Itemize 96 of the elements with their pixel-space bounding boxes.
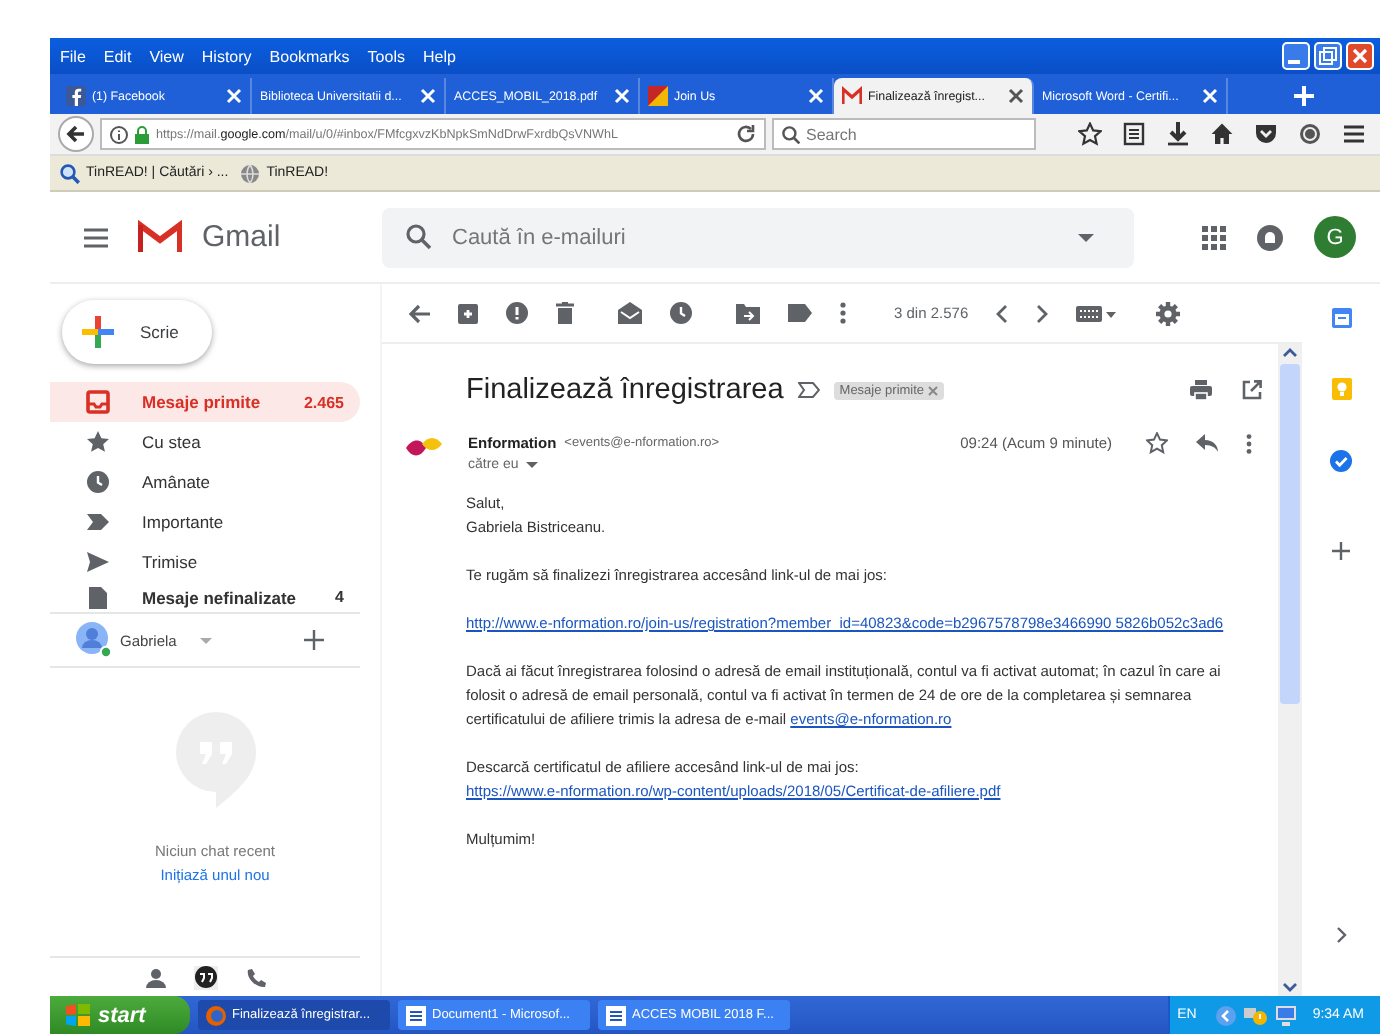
- folder-item[interactable]: Trimise: [50, 542, 360, 582]
- gmail-wordmark: Gmail: [202, 220, 281, 254]
- open-in-new-window-icon[interactable]: [1242, 380, 1262, 400]
- clock-icon: [86, 470, 110, 494]
- search-icon: [782, 125, 800, 143]
- facebook-icon: [66, 86, 86, 106]
- envelope-icon[interactable]: [618, 302, 642, 324]
- scrollbar[interactable]: [1278, 344, 1302, 996]
- checkmark-circle-icon[interactable]: [1330, 450, 1352, 472]
- dropdown-caret-icon[interactable]: [526, 462, 539, 468]
- print-icon[interactable]: [1190, 380, 1212, 400]
- scroll-up-icon[interactable]: [1282, 348, 1298, 358]
- menu-icon[interactable]: [84, 227, 108, 247]
- folder-arrow-icon[interactable]: [736, 303, 760, 323]
- scroll-thumb[interactable]: [1280, 364, 1300, 704]
- draft-file-icon: [86, 585, 110, 609]
- folder-item[interactable]: Cu stea: [50, 422, 360, 462]
- search-icon: [60, 163, 80, 183]
- chevron-left-icon[interactable]: [996, 303, 1009, 323]
- folder-item[interactable]: Mesaje nefinalizate 4: [50, 582, 360, 612]
- start-button[interactable]: start: [50, 996, 190, 1034]
- inbox-icon: [86, 390, 110, 414]
- reply-icon[interactable]: [1196, 434, 1218, 452]
- chevron-right-icon[interactable]: [1335, 926, 1347, 944]
- person-icon[interactable]: [145, 967, 165, 987]
- windows-flag-icon: [66, 1004, 90, 1026]
- globe-icon: [240, 163, 261, 183]
- clock-icon[interactable]: [670, 302, 692, 324]
- restore-icon[interactable]: [1314, 42, 1342, 70]
- flag-icon: [648, 86, 668, 106]
- apps-grid-icon[interactable]: [1202, 225, 1226, 249]
- more-vertical-icon[interactable]: [1246, 433, 1252, 453]
- menu-item[interactable]: Tools: [367, 47, 405, 65]
- document-icon: [606, 1005, 626, 1025]
- menu-item[interactable]: History: [201, 47, 252, 65]
- back-icon[interactable]: [58, 116, 94, 152]
- scroll-down-icon[interactable]: [1282, 982, 1298, 992]
- shield-icon[interactable]: [1254, 122, 1278, 146]
- chevron-right-icon[interactable]: [1036, 303, 1049, 323]
- notification-icon[interactable]: [1256, 223, 1284, 251]
- folder-item[interactable]: Mesaje primite 2.465: [50, 382, 360, 422]
- folder-item[interactable]: Amânate: [50, 462, 360, 502]
- close-icon[interactable]: [1008, 88, 1024, 104]
- menu-item[interactable]: Help: [422, 47, 456, 65]
- send-icon: [86, 550, 110, 574]
- avatar[interactable]: G: [1314, 216, 1356, 258]
- mail-icon: [842, 86, 862, 106]
- remove-icon[interactable]: [928, 385, 939, 395]
- chat-bubble-icon[interactable]: [193, 965, 217, 989]
- monitor-icon[interactable]: [1276, 1005, 1297, 1025]
- menu-item[interactable]: Bookmarks: [269, 47, 350, 65]
- download-icon[interactable]: [1166, 122, 1190, 146]
- search-input[interactable]: Search: [806, 125, 1026, 143]
- folder-item[interactable]: Importante: [50, 502, 360, 542]
- lock-icon: [134, 125, 150, 143]
- document-icon: [406, 1005, 426, 1025]
- compose-button[interactable]: Scrie: [62, 300, 212, 364]
- calendar-icon[interactable]: [1331, 308, 1351, 328]
- star-icon[interactable]: [1078, 122, 1102, 146]
- email-subject: Finalizează înregistrarea: [466, 374, 784, 406]
- home-icon[interactable]: [1210, 122, 1234, 146]
- label-icon[interactable]: [788, 304, 812, 322]
- minimize-icon[interactable]: [1282, 42, 1310, 70]
- search-bar[interactable]: Search: [772, 118, 1036, 150]
- menu-item[interactable]: View: [149, 47, 184, 65]
- dropdown-caret-icon[interactable]: [1078, 233, 1094, 241]
- keyboard-icon[interactable]: [1076, 305, 1117, 321]
- tray-expand-icon[interactable]: [1216, 1005, 1237, 1025]
- menu-item[interactable]: File: [60, 47, 86, 65]
- list-icon[interactable]: [1122, 122, 1146, 146]
- user-avatar-icon[interactable]: [76, 622, 112, 658]
- search-icon: [406, 224, 432, 250]
- menu-icon[interactable]: [1342, 122, 1366, 146]
- browser-icon: [206, 1005, 226, 1025]
- sender-logo-icon: [406, 436, 442, 460]
- more-vertical-icon[interactable]: [840, 302, 846, 324]
- menu-item[interactable]: Edit: [103, 47, 132, 65]
- plus-icon[interactable]: [1332, 542, 1350, 560]
- new-tab-icon[interactable]: [1294, 86, 1314, 106]
- plus-icon: [82, 316, 114, 348]
- settings-icon[interactable]: [1156, 301, 1181, 325]
- info-icon[interactable]: [110, 125, 128, 143]
- exclamation-icon[interactable]: [506, 302, 528, 324]
- phone-icon[interactable]: [245, 967, 265, 987]
- archive-icon[interactable]: [458, 303, 478, 323]
- important-marker-icon[interactable]: [797, 382, 820, 398]
- star-outline-icon[interactable]: [1146, 432, 1168, 454]
- star-icon: [86, 430, 110, 454]
- reload-icon[interactable]: [736, 124, 756, 144]
- back-arrow-icon[interactable]: [408, 303, 430, 323]
- plus-icon[interactable]: [304, 630, 324, 650]
- trash-icon[interactable]: [556, 302, 574, 324]
- label-arrow-icon: [86, 510, 110, 534]
- search-input[interactable]: Caută în e-mailuri: [452, 225, 1058, 249]
- envelope-logo-icon: [138, 220, 182, 254]
- mail-search-bar[interactable]: Caută în e-mailuri: [382, 207, 1134, 267]
